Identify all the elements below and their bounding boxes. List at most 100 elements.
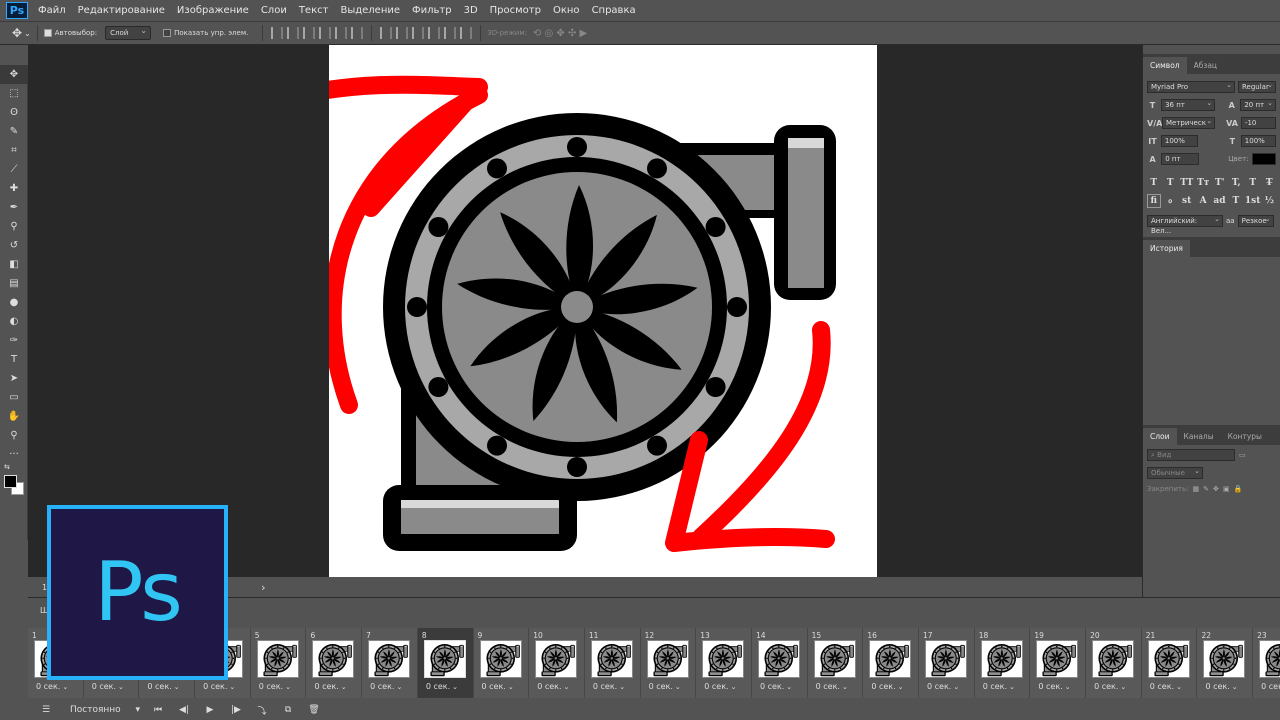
frame-delay-select[interactable]: 0 сек.	[1038, 682, 1070, 691]
frame-delay-select[interactable]: 0 сек.	[1205, 682, 1237, 691]
convert-to-video-icon[interactable]: ☰	[38, 702, 54, 718]
animation-frame[interactable]: 19 0 сек.	[1030, 628, 1087, 698]
path-select-tool-icon[interactable]: ➤	[0, 369, 28, 388]
align-right-icon[interactable]	[351, 27, 364, 39]
align-vcenter-icon[interactable]	[287, 27, 300, 39]
frame-delay-select[interactable]: 0 сек.	[983, 682, 1015, 691]
baseline-shift-field[interactable]: 0 пт	[1161, 153, 1200, 165]
zoom-tool-icon[interactable]: ⚲	[0, 426, 28, 445]
align-left-icon[interactable]	[319, 27, 332, 39]
blend-mode-select[interactable]: Обычные	[1147, 466, 1203, 479]
frame-delay-select[interactable]: 0 сек.	[1261, 682, 1280, 691]
frame-delay-select[interactable]: 0 сек.	[871, 682, 903, 691]
move-tool-icon[interactable]: ✥	[0, 65, 28, 84]
healing-tool-icon[interactable]: ✚	[0, 179, 28, 198]
animation-frame[interactable]: 15 0 сек.	[807, 628, 864, 698]
dodge-tool-icon[interactable]: ◐	[0, 312, 28, 331]
menu-item-9[interactable]: Окно	[547, 5, 586, 16]
horizontal-scale-field[interactable]: 100%	[1240, 135, 1276, 147]
eraser-tool-icon[interactable]: ◧	[0, 255, 28, 274]
animation-frame[interactable]: 8 0 сек.	[417, 628, 474, 698]
chevron-down-icon[interactable]: ⌄	[24, 29, 31, 38]
menu-item-6[interactable]: Фильтр	[406, 5, 458, 16]
font-style-select[interactable]: Regular	[1238, 80, 1276, 93]
play-icon[interactable]: ▶	[202, 702, 218, 718]
crop-tool-icon[interactable]: ⌗	[0, 141, 28, 160]
more-tools-icon[interactable]: ···	[0, 445, 28, 464]
opentype-button-2[interactable]: st	[1180, 194, 1193, 208]
lock-artboard-icon[interactable]: ▣	[1223, 485, 1230, 493]
marquee-tool-icon[interactable]: ⬚	[0, 84, 28, 103]
animation-frame[interactable]: 11 0 сек.	[584, 628, 641, 698]
opentype-button-6[interactable]: 1st	[1245, 194, 1261, 208]
tab-channels[interactable]: Каналы	[1177, 428, 1221, 445]
leading-field[interactable]: 20 пт	[1240, 98, 1276, 111]
frame-delay-select[interactable]: 0 сек.	[537, 682, 569, 691]
frame-delay-select[interactable]: 0 сек.	[593, 682, 625, 691]
frame-delay-select[interactable]: 0 сек.	[314, 682, 346, 691]
opentype-button-7[interactable]: ½	[1263, 194, 1276, 208]
frame-delay-select[interactable]: 0 сек.	[259, 682, 291, 691]
format-button-5[interactable]: T,	[1230, 176, 1244, 190]
shape-tool-icon[interactable]: ▭	[0, 388, 28, 407]
distribute-hcenter-icon[interactable]	[444, 27, 457, 39]
font-size-field[interactable]: 36 пт	[1161, 98, 1216, 111]
tab-paths[interactable]: Контуры	[1221, 428, 1269, 445]
frame-delay-select[interactable]: 0 сек.	[1094, 682, 1126, 691]
filter-toggle-icon[interactable]: ▭	[1239, 451, 1246, 459]
animation-frame[interactable]: 14 0 сек.	[751, 628, 808, 698]
duplicate-frame-icon[interactable]: ⧉	[280, 702, 296, 718]
distribute-vcenter-icon[interactable]	[396, 27, 409, 39]
menu-item-5[interactable]: Выделение	[334, 5, 406, 16]
opentype-button-0[interactable]: fi	[1147, 194, 1161, 208]
format-button-1[interactable]: T	[1164, 176, 1178, 190]
frame-delay-select[interactable]: 0 сек.	[704, 682, 736, 691]
format-button-0[interactable]: T	[1147, 176, 1161, 190]
tab-history[interactable]: История	[1143, 240, 1190, 257]
animation-frame[interactable]: 17 0 сек.	[919, 628, 975, 698]
animation-frame[interactable]: 23 0 сек.	[1253, 628, 1280, 698]
language-select[interactable]: Английский: Вел...	[1147, 214, 1223, 235]
align-top-icon[interactable]	[271, 27, 284, 39]
menu-item-8[interactable]: Просмотр	[484, 5, 547, 16]
quick-select-tool-icon[interactable]: ✎	[0, 122, 28, 141]
type-tool-icon[interactable]: T	[0, 350, 28, 369]
format-button-6[interactable]: T	[1246, 176, 1260, 190]
kerning-field[interactable]: Метрическ	[1162, 116, 1216, 129]
animation-frame[interactable]: 7 0 сек.	[362, 628, 418, 698]
animation-frame[interactable]: 20 0 сек.	[1086, 628, 1142, 698]
autoselect-dropdown[interactable]: Слой	[105, 26, 152, 40]
next-frame-icon[interactable]: |▶	[228, 702, 244, 718]
clone-stamp-tool-icon[interactable]: ⚲	[0, 217, 28, 236]
first-frame-icon[interactable]: ⏮	[150, 702, 166, 718]
opentype-button-1[interactable]: ℴ	[1164, 194, 1177, 208]
lasso-tool-icon[interactable]: ʘ	[0, 103, 28, 122]
format-button-2[interactable]: TT	[1180, 176, 1194, 190]
menu-item-2[interactable]: Изображение	[171, 5, 255, 16]
opentype-button-4[interactable]: ad	[1213, 194, 1226, 208]
distribute-bottom-icon[interactable]	[412, 27, 425, 39]
history-brush-tool-icon[interactable]: ↺	[0, 236, 28, 255]
document-canvas[interactable]	[329, 45, 877, 577]
frame-delay-select[interactable]: 0 сек.	[147, 682, 179, 691]
animation-frame[interactable]: 18 0 сек.	[974, 628, 1031, 698]
frame-delay-select[interactable]: 0 сек.	[649, 682, 681, 691]
delete-frame-icon[interactable]: 🗑	[306, 702, 322, 718]
pen-tool-icon[interactable]: ✑	[0, 331, 28, 350]
format-button-7[interactable]: T̶	[1263, 176, 1277, 190]
animation-frame[interactable]: 9 0 сек.	[473, 628, 530, 698]
animation-frame[interactable]: 5 0 сек.	[250, 628, 307, 698]
frame-delay-select[interactable]: 0 сек.	[1150, 682, 1182, 691]
frame-delay-select[interactable]: 0 сек.	[36, 682, 68, 691]
distribute-left-icon[interactable]	[428, 27, 441, 39]
menu-item-10[interactable]: Справка	[586, 5, 642, 16]
animation-frame[interactable]: 16 0 сек.	[863, 628, 919, 698]
tween-icon[interactable]: ⤵	[254, 702, 270, 718]
animation-frame[interactable]: 6 0 сек.	[306, 628, 363, 698]
frame-delay-select[interactable]: 0 сек.	[203, 682, 235, 691]
foreground-color-swatch[interactable]	[4, 475, 17, 488]
antialias-select[interactable]: Резкое	[1237, 214, 1274, 227]
menu-item-1[interactable]: Редактирование	[72, 5, 171, 16]
lock-all-icon[interactable]: 🔒	[1233, 485, 1242, 493]
align-hcenter-icon[interactable]	[335, 27, 348, 39]
